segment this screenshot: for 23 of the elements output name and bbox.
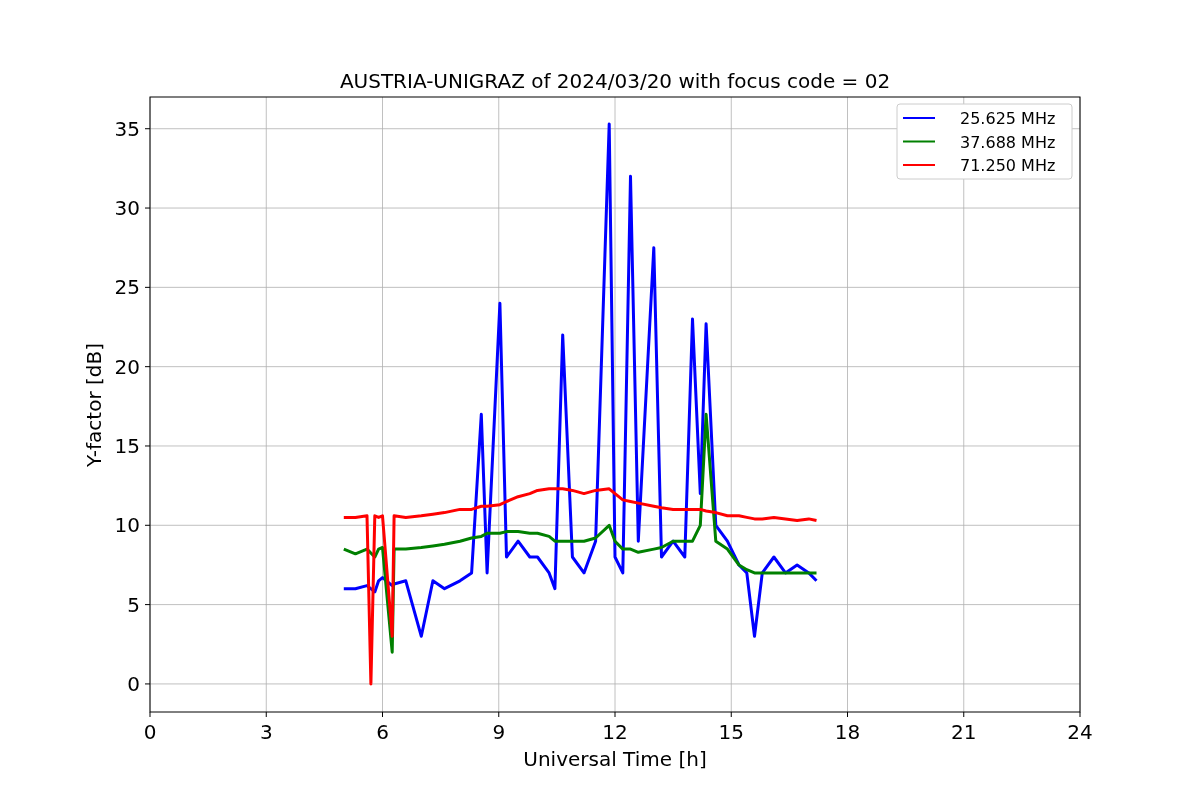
x-tick-label: 12	[602, 720, 628, 744]
y-tick-label: 5	[127, 592, 140, 617]
y-tick-label: 15	[114, 434, 140, 458]
x-tick-label: 0	[143, 720, 157, 744]
x-tick-label: 24	[1067, 720, 1093, 744]
y-tick-label: 30	[114, 196, 140, 221]
legend-label: 25.625 MHz	[960, 109, 1056, 128]
y-axis-label: Y-factor [dB]	[82, 343, 106, 467]
x-tick-label: 9	[492, 720, 506, 744]
x-tick-label: 21	[951, 720, 977, 744]
y-tick-label: 25	[114, 275, 140, 300]
legend-label: 71.250 MHz	[960, 156, 1056, 175]
y-tick-label: 10	[114, 513, 140, 538]
y-tick-label: 35	[114, 116, 140, 141]
y-tick-label: 20	[114, 354, 140, 379]
x-tick-label: 3	[259, 720, 273, 744]
chart-title: AUSTRIA-UNIGRAZ of 2024/03/20 with focus code = 02	[339, 69, 891, 93]
x-tick-label: 6	[376, 720, 389, 744]
y-tick-label: 0	[127, 671, 140, 696]
x-axis-label: Universal Time [h]	[523, 747, 707, 771]
x-tick-label: 18	[834, 720, 861, 744]
legend-label: 37.688 MHz	[960, 132, 1056, 152]
x-tick-label: 15	[718, 720, 744, 744]
